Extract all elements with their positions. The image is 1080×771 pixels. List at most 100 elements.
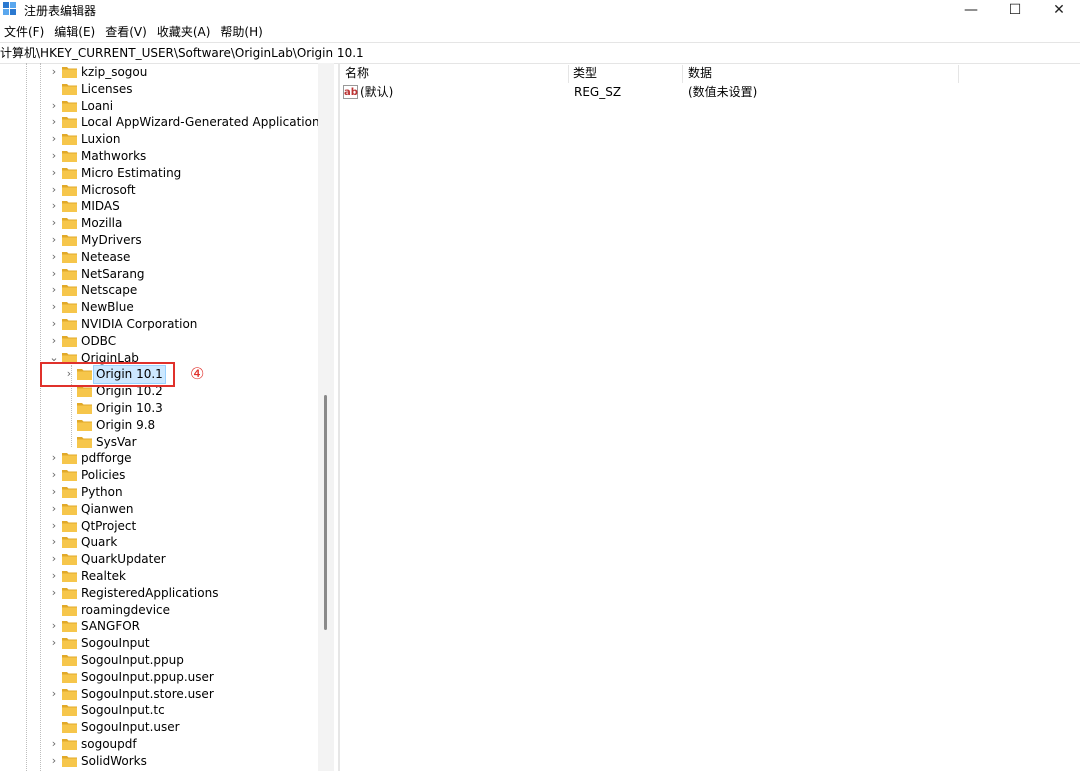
chevron-right-icon[interactable]: › — [48, 619, 60, 633]
folder-icon — [62, 655, 77, 666]
tree-scrollbar-thumb[interactable] — [324, 395, 327, 630]
chevron-right-icon[interactable]: › — [48, 183, 60, 197]
tree-item-luxion[interactable]: › Luxion — [0, 131, 320, 148]
column-header-name[interactable]: 名称 — [345, 63, 369, 83]
chevron-right-icon[interactable]: › — [48, 586, 60, 600]
chevron-right-icon[interactable]: › — [48, 132, 60, 146]
maximize-button[interactable]: ☐ — [992, 0, 1038, 20]
key-tree[interactable]: › kzip_sogou Licenses › Loani › Local AppWizar… — [0, 63, 330, 771]
folder-icon — [62, 218, 77, 230]
chevron-right-icon[interactable]: › — [48, 569, 60, 583]
folder-icon — [77, 403, 92, 414]
tree-item-odbc[interactable]: › ODBC — [0, 333, 320, 350]
chevron-right-icon[interactable]: › — [48, 166, 60, 180]
tree-item-licenses[interactable]: Licenses — [0, 81, 320, 98]
menu-edit[interactable]: 编辑(E) — [50, 22, 101, 42]
chevron-right-icon[interactable]: › — [48, 267, 60, 281]
values-pane[interactable]: 名称 类型 数据 ab (默认) REG_SZ (数值未设置) — [340, 63, 1080, 771]
folder-icon — [77, 436, 92, 448]
tree-item-sogouinput[interactable]: › SogouInput — [0, 635, 320, 652]
tree-item-label: Microsoft — [81, 182, 136, 197]
tree-item-origin-10-3[interactable]: Origin 10.3 — [0, 400, 320, 417]
tree-item-sogouinput-tc[interactable]: SogouInput.tc — [0, 702, 320, 719]
tree-item-realtek[interactable]: › Realtek — [0, 568, 320, 585]
tree-item-label: NetSarang — [81, 266, 145, 281]
tree-item-microsoft[interactable]: › Microsoft — [0, 182, 320, 199]
tree-item-quarkupdater[interactable]: › QuarkUpdater — [0, 551, 320, 568]
title-bar: 注册表编辑器 — ☐ ✕ — [0, 0, 1080, 20]
tree-item-label: SogouInput.store.user — [81, 686, 214, 701]
chevron-right-icon[interactable]: › — [48, 317, 60, 331]
tree-item-netsarang[interactable]: › NetSarang — [0, 266, 320, 283]
tree-item-pdfforge[interactable]: › pdfforge — [0, 450, 320, 467]
chevron-right-icon[interactable]: › — [48, 737, 60, 751]
chevron-right-icon[interactable]: › — [48, 233, 60, 247]
column-separator[interactable] — [682, 65, 683, 83]
tree-item-solidworks[interactable]: › SolidWorks — [0, 753, 320, 770]
address-bar[interactable]: 计算机\HKEY_CURRENT_USER\Software\OriginLab… — [0, 42, 1080, 64]
tree-item-micro-estimating[interactable]: › Micro Estimating — [0, 165, 320, 182]
chevron-right-icon[interactable]: › — [48, 250, 60, 264]
chevron-right-icon[interactable]: › — [48, 451, 60, 465]
menu-help[interactable]: 帮助(H) — [216, 22, 268, 42]
tree-item-sogouinput-user[interactable]: SogouInput.user — [0, 719, 320, 736]
tree-item-registeredapplications[interactable]: › RegisteredApplications — [0, 585, 320, 602]
tree-item-label: kzip_sogou — [81, 65, 148, 79]
tree-item-quark[interactable]: › Quark — [0, 534, 320, 551]
tree-item-midas[interactable]: › MIDAS — [0, 198, 320, 215]
tree-item-kzip-sogou[interactable]: › kzip_sogou — [0, 64, 320, 81]
tree-item-newblue[interactable]: › NewBlue — [0, 299, 320, 316]
tree-item-netscape[interactable]: › Netscape — [0, 282, 320, 299]
chevron-right-icon[interactable]: › — [48, 687, 60, 701]
chevron-right-icon[interactable]: › — [48, 636, 60, 650]
menu-file[interactable]: 文件(F) — [0, 22, 50, 42]
tree-item-qianwen[interactable]: › Qianwen — [0, 501, 320, 518]
tree-item-policies[interactable]: › Policies — [0, 467, 320, 484]
chevron-right-icon[interactable]: › — [48, 199, 60, 213]
chevron-right-icon[interactable]: › — [48, 552, 60, 566]
column-header-type[interactable]: 类型 — [573, 63, 597, 83]
chevron-right-icon[interactable]: › — [48, 502, 60, 516]
folder-icon — [62, 335, 77, 347]
close-button[interactable]: ✕ — [1036, 0, 1080, 20]
tree-item-netease[interactable]: › Netease — [0, 249, 320, 266]
tree-item-sogouinput-store-user[interactable]: › SogouInput.store.user — [0, 686, 320, 703]
column-header-data[interactable]: 数据 — [688, 63, 712, 83]
tree-item-python[interactable]: › Python — [0, 484, 320, 501]
tree-item-loani[interactable]: › Loani — [0, 98, 320, 115]
chevron-right-icon[interactable]: › — [48, 334, 60, 348]
tree-item-sysvar[interactable]: SysVar — [0, 434, 320, 451]
chevron-right-icon[interactable]: › — [48, 99, 60, 113]
chevron-right-icon[interactable]: › — [48, 519, 60, 533]
chevron-right-icon[interactable]: › — [48, 468, 60, 482]
tree-item-qtproject[interactable]: › QtProject — [0, 518, 320, 535]
tree-item-label: Loani — [81, 98, 114, 113]
menu-view[interactable]: 查看(V) — [101, 22, 153, 42]
tree-item-mozilla[interactable]: › Mozilla — [0, 215, 320, 232]
menu-favorites[interactable]: 收藏夹(A) — [153, 22, 217, 42]
chevron-right-icon[interactable]: › — [48, 535, 60, 549]
tree-item-label: SogouInput.ppup.user — [81, 669, 214, 684]
chevron-right-icon[interactable]: › — [48, 65, 60, 79]
tree-item-sogouinput-ppup[interactable]: SogouInput.ppup — [0, 652, 320, 669]
column-separator[interactable] — [958, 65, 959, 83]
column-separator[interactable] — [568, 65, 569, 83]
tree-item-sogoupdf[interactable]: › sogoupdf — [0, 736, 320, 753]
chevron-right-icon[interactable]: › — [48, 300, 60, 314]
minimize-button[interactable]: — — [948, 0, 994, 20]
tree-item-mydrivers[interactable]: › MyDrivers — [0, 232, 320, 249]
tree-item-mathworks[interactable]: › Mathworks — [0, 148, 320, 165]
tree-item-roamingdevice[interactable]: roamingdevice — [0, 602, 320, 619]
tree-item-origin-9-8[interactable]: Origin 9.8 — [0, 417, 320, 434]
chevron-right-icon[interactable]: › — [48, 754, 60, 768]
chevron-right-icon[interactable]: › — [48, 149, 60, 163]
chevron-right-icon[interactable]: › — [48, 216, 60, 230]
chevron-right-icon[interactable]: › — [48, 485, 60, 499]
tree-item-nvidia-corporation[interactable]: › NVIDIA Corporation — [0, 316, 320, 333]
tree-item-sogouinput-ppup-user[interactable]: SogouInput.ppup.user — [0, 669, 320, 686]
tree-item-local-appwizard-generated-applications[interactable]: › Local AppWizard-Generated Applications — [0, 114, 326, 131]
tree-item-sangfor[interactable]: › SANGFOR — [0, 618, 320, 635]
chevron-right-icon[interactable]: › — [48, 115, 60, 129]
tree-item-label: Realtek — [81, 569, 126, 583]
chevron-right-icon[interactable]: › — [48, 283, 60, 297]
